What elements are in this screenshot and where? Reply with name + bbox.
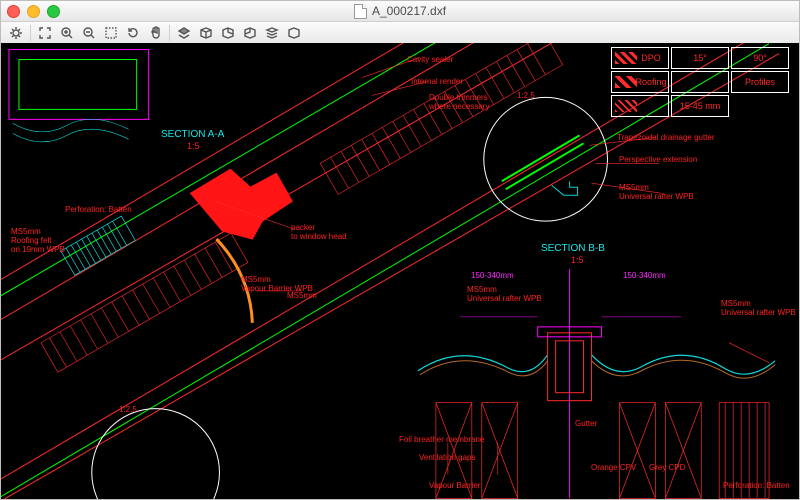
iso-d-button[interactable] — [283, 24, 305, 42]
annot-orange: Orange CPV — [591, 463, 636, 472]
zoom-in-icon — [60, 26, 74, 40]
drawing-viewport[interactable]: DPO 15° 90° Roofing Profiles 15-45 mm SE… — [1, 43, 799, 499]
annot-perf-batten: Perforation: Batten — [65, 205, 132, 214]
cube-d-icon — [287, 26, 301, 40]
legend-cell-15deg: 15° — [671, 47, 729, 69]
annot-foil: Foil breather membrane — [399, 435, 484, 444]
stack-icon — [265, 26, 279, 40]
zoom-out-button[interactable] — [78, 24, 100, 42]
legend-cell-sw — [611, 95, 669, 117]
zoom-in-button[interactable] — [56, 24, 78, 42]
hand-button[interactable] — [144, 24, 166, 42]
annot-gutter2: Gutter — [575, 419, 597, 428]
app-window: A_000217.dxf — [0, 0, 800, 500]
iso-b-button[interactable] — [217, 24, 239, 42]
section-b-title: SECTION B-B — [541, 243, 605, 254]
annot-vb2: Vapour Barrier — [429, 481, 480, 490]
cube-a-icon — [199, 26, 213, 40]
legend-cell-empty — [731, 95, 789, 117]
expand-button[interactable] — [34, 24, 56, 42]
annot-vent: Ventilation gaps — [419, 453, 476, 462]
iso-c-button[interactable] — [239, 24, 261, 42]
hand-icon — [148, 26, 162, 40]
annot-univ-rafter: MS5mm Universal rafter WPB — [619, 183, 694, 201]
minimize-icon[interactable] — [27, 5, 40, 18]
legend-cell-thickness: 15-45 mm — [671, 95, 729, 117]
maximize-icon[interactable] — [47, 5, 60, 18]
legend-cell-profiles: Profiles — [731, 71, 789, 93]
expand-icon — [38, 26, 52, 40]
annot-trimmers: Double trimmers where necessary — [429, 93, 489, 111]
legend-cell-blank — [671, 71, 729, 93]
rotate-icon — [126, 26, 140, 40]
legend-panel: DPO 15° 90° Roofing Profiles 15-45 mm — [611, 47, 789, 117]
annot-gutter-trap: Trapezoidal drainage gutter — [617, 133, 715, 142]
document-icon — [354, 4, 367, 19]
settings-button[interactable] — [5, 24, 27, 42]
iso-a-button[interactable] — [195, 24, 217, 42]
annot-persp: Perspective extension — [619, 155, 697, 164]
gear-icon — [9, 26, 23, 40]
annot-univ-r2: MS5mm Universal rafter WPB — [467, 285, 542, 303]
close-icon[interactable] — [7, 5, 20, 18]
legend-cell-dpo: DPO — [611, 47, 669, 69]
legend-cell-90deg: 90° — [731, 47, 789, 69]
dim-b-left: 150-340mm — [471, 271, 514, 280]
zoom-region-icon — [104, 26, 118, 40]
annot-packer: packer to window head — [291, 223, 347, 241]
zoom-region-button[interactable] — [100, 24, 122, 42]
cube-c-icon — [243, 26, 257, 40]
annot-perf2: Perforation: Batten — [723, 481, 790, 490]
cube-b-icon — [221, 26, 235, 40]
layers-icon — [177, 26, 191, 40]
titlebar: A_000217.dxf — [1, 1, 799, 22]
window-title: A_000217.dxf — [1, 4, 799, 19]
section-b-scale: 1:5 — [571, 255, 584, 265]
annot-univ-r3: MS5mm Universal rafter WPB — [721, 299, 796, 317]
layers-button[interactable] — [173, 24, 195, 42]
detail-2-scale: 1:2,5 — [119, 405, 137, 414]
annot-grey: Grey CPD — [649, 463, 685, 472]
detail-1-scale: 1:2,5 — [517, 91, 535, 100]
dim-b-right: 150-340mm — [623, 271, 666, 280]
section-a-scale: 1:5 — [187, 141, 200, 151]
annot-roofing-felt: MS5mm Roofing felt on 19mm WPB — [11, 227, 65, 254]
toolbar — [1, 22, 799, 45]
section-a-title: SECTION A-A — [161, 129, 224, 140]
window-controls — [7, 5, 60, 18]
annot-cavity: Cavity sealer — [407, 55, 453, 64]
annot-ms5: MS5mm — [287, 291, 317, 300]
iso-stack-button[interactable] — [261, 24, 283, 42]
title-text: A_000217.dxf — [372, 4, 446, 18]
annot-internal: Internal render — [411, 77, 463, 86]
legend-cell-roofing: Roofing — [611, 71, 669, 93]
rotate-button[interactable] — [122, 24, 144, 42]
zoom-out-icon — [82, 26, 96, 40]
